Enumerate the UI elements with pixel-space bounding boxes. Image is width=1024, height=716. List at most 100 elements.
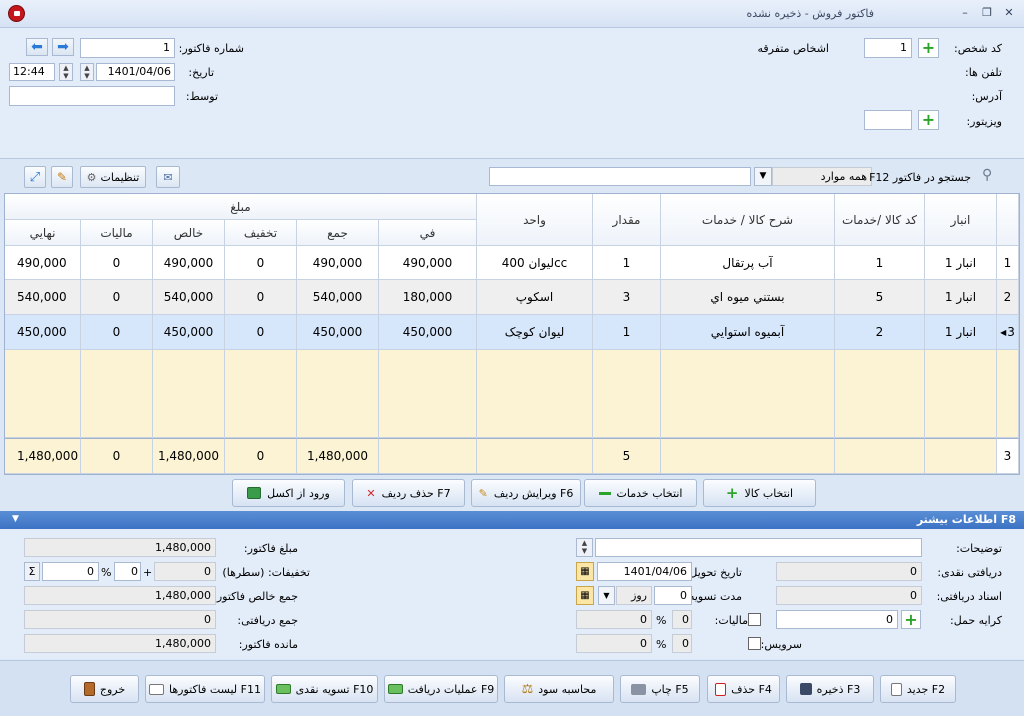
close-button[interactable]: ✕ bbox=[1002, 6, 1016, 20]
col-fee-header[interactable]: في bbox=[379, 220, 477, 246]
save-button[interactable]: ذخیره F3 bbox=[786, 675, 874, 703]
notes-input[interactable] bbox=[595, 538, 922, 557]
cell-code[interactable]: 2 bbox=[835, 315, 925, 350]
col-discount-header[interactable]: تخفيف bbox=[225, 220, 297, 246]
date-spinner[interactable]: ▲ ▼ bbox=[80, 63, 94, 81]
col-tax-header[interactable]: ماليات bbox=[81, 220, 153, 246]
col-qty-header[interactable]: مقدار bbox=[593, 194, 661, 246]
row-number[interactable]: 2 bbox=[997, 280, 1019, 315]
col-net-header[interactable]: خالص bbox=[153, 220, 225, 246]
cell-final[interactable]: 540,000 bbox=[5, 280, 81, 315]
col-final-header[interactable]: نهايي bbox=[5, 220, 81, 246]
cell-fee[interactable]: 450,000 bbox=[379, 315, 477, 350]
search-icon[interactable]: ⚲ bbox=[982, 167, 992, 183]
settings-button[interactable]: ⚙ تنظیمات bbox=[80, 166, 146, 188]
cell-tax[interactable]: 0 bbox=[81, 246, 153, 280]
cell-warehouse[interactable]: انبار 1 bbox=[925, 246, 997, 280]
cell-qty[interactable]: 1 bbox=[593, 315, 661, 350]
visitor-input[interactable] bbox=[864, 110, 912, 130]
new-button[interactable]: جدید F2 bbox=[880, 675, 956, 703]
cell-desc[interactable]: آب پرتقال bbox=[661, 246, 835, 280]
add-person-button[interactable]: + bbox=[918, 38, 939, 58]
calendar-button-2[interactable]: ▦ bbox=[576, 586, 594, 605]
theme-button[interactable]: ✎ bbox=[51, 166, 73, 188]
edit-row-button[interactable]: ✎ ویرایش ردیف F6 bbox=[471, 479, 581, 507]
date-input[interactable]: 1401/04/06 bbox=[96, 63, 175, 81]
cash-settle-button[interactable]: تسویه نقدی F10 bbox=[271, 675, 378, 703]
discount-percent-input[interactable]: 0 bbox=[42, 562, 99, 581]
calendar-button[interactable]: ▦ bbox=[576, 562, 594, 581]
add-freight-button[interactable]: + bbox=[901, 610, 921, 629]
col-desc-header[interactable]: شرح کالا / خدمات bbox=[661, 194, 835, 246]
row-number[interactable]: 1 bbox=[997, 246, 1019, 280]
import-excel-button[interactable]: ورود از اکسل bbox=[232, 479, 345, 507]
tax-percent-input[interactable]: 0 bbox=[672, 610, 692, 629]
search-scope-dropdown[interactable]: ▼ bbox=[754, 167, 772, 186]
cell-fee[interactable]: 180,000 bbox=[379, 280, 477, 315]
col-code-header[interactable]: کد کالا /خدمات bbox=[835, 194, 925, 246]
cell-desc[interactable]: بستني ميوه اي bbox=[661, 280, 835, 315]
service-checkbox[interactable] bbox=[748, 637, 761, 650]
search-input[interactable] bbox=[489, 167, 751, 186]
add-visitor-button[interactable]: + bbox=[918, 110, 939, 130]
cell-warehouse[interactable]: انبار 1 bbox=[925, 280, 997, 315]
minimize-button[interactable]: – bbox=[958, 6, 972, 20]
settlement-unit-select[interactable]: روز bbox=[616, 586, 652, 605]
cell-unit[interactable]: ليوان 400cc bbox=[477, 246, 593, 280]
restore-button[interactable]: ❐ bbox=[980, 6, 994, 20]
cell-net[interactable]: 540,000 bbox=[153, 280, 225, 315]
row-number[interactable]: ◀ 3 bbox=[997, 315, 1019, 350]
email-button[interactable]: ✉ bbox=[156, 166, 180, 188]
sum-button[interactable]: Σ bbox=[24, 562, 40, 581]
cell-code[interactable]: 1 bbox=[835, 246, 925, 280]
cell-final[interactable]: 490,000 bbox=[5, 246, 81, 280]
cell-sum[interactable]: 450,000 bbox=[297, 315, 379, 350]
time-input[interactable]: 12:44 bbox=[9, 63, 55, 81]
cell-discount[interactable]: 0 bbox=[225, 315, 297, 350]
cell-net[interactable]: 490,000 bbox=[153, 246, 225, 280]
cell-tax[interactable]: 0 bbox=[81, 280, 153, 315]
delete-row-button[interactable]: ✕ حذف ردیف F7 bbox=[352, 479, 465, 507]
person-code-input[interactable]: 1 bbox=[864, 38, 912, 58]
time-spinner[interactable]: ▲ ▼ bbox=[59, 63, 73, 81]
notes-expand-button[interactable]: ▲ ▼ bbox=[576, 538, 593, 557]
settlement-unit-dropdown[interactable]: ▼ bbox=[598, 586, 615, 605]
invoice-list-button[interactable]: لیست فاکتورها F11 bbox=[145, 675, 265, 703]
service-percent-input[interactable]: 0 bbox=[672, 634, 692, 653]
cell-final[interactable]: 450,000 bbox=[5, 315, 81, 350]
col-unit-header[interactable]: واحد bbox=[477, 194, 593, 246]
cell-sum[interactable]: 540,000 bbox=[297, 280, 379, 315]
cell-unit[interactable]: ليوان کوچک bbox=[477, 315, 593, 350]
cell-unit[interactable]: اسکوپ bbox=[477, 280, 593, 315]
invoice-number-input[interactable]: 1 bbox=[80, 38, 175, 58]
cell-tax[interactable]: 0 bbox=[81, 315, 153, 350]
discount-extra-input[interactable]: 0 bbox=[114, 562, 141, 581]
fullscreen-button[interactable]: ⤢ bbox=[24, 166, 46, 188]
cell-discount[interactable]: 0 bbox=[225, 280, 297, 315]
search-scope-select[interactable]: همه موارد bbox=[772, 167, 872, 186]
cell-code[interactable]: 5 bbox=[835, 280, 925, 315]
cell-warehouse[interactable]: انبار 1 bbox=[925, 315, 997, 350]
cell-discount[interactable]: 0 bbox=[225, 246, 297, 280]
next-invoice-button[interactable]: ➡ bbox=[52, 38, 74, 56]
receive-ops-button[interactable]: عملیات دریافت F9 bbox=[384, 675, 498, 703]
select-goods-button[interactable]: + انتخاب کالا bbox=[703, 479, 816, 507]
exit-button[interactable]: خروج bbox=[70, 675, 139, 703]
more-info-toggle[interactable]: ▼ F8 اطلاعات بیشتر bbox=[0, 511, 1024, 529]
cell-desc[interactable]: آبميوه استوايي bbox=[661, 315, 835, 350]
cell-sum[interactable]: 490,000 bbox=[297, 246, 379, 280]
cell-qty[interactable]: 1 bbox=[593, 246, 661, 280]
settlement-period-input[interactable]: 0 bbox=[654, 586, 692, 605]
delivery-date-input[interactable]: 1401/04/06 bbox=[597, 562, 692, 581]
select-services-button[interactable]: انتخاب خدمات bbox=[584, 479, 697, 507]
cell-fee[interactable]: 490,000 bbox=[379, 246, 477, 280]
cell-net[interactable]: 450,000 bbox=[153, 315, 225, 350]
cell-qty[interactable]: 3 bbox=[593, 280, 661, 315]
profit-calc-button[interactable]: ⚖ محاسبه سود bbox=[504, 675, 614, 703]
col-sum-header[interactable]: جمع bbox=[297, 220, 379, 246]
freight-input[interactable]: 0 bbox=[776, 610, 898, 629]
tax-checkbox[interactable] bbox=[748, 613, 761, 626]
by-input[interactable] bbox=[9, 86, 175, 106]
delete-button[interactable]: حذف F4 bbox=[707, 675, 780, 703]
print-button[interactable]: چاپ F5 bbox=[620, 675, 700, 703]
